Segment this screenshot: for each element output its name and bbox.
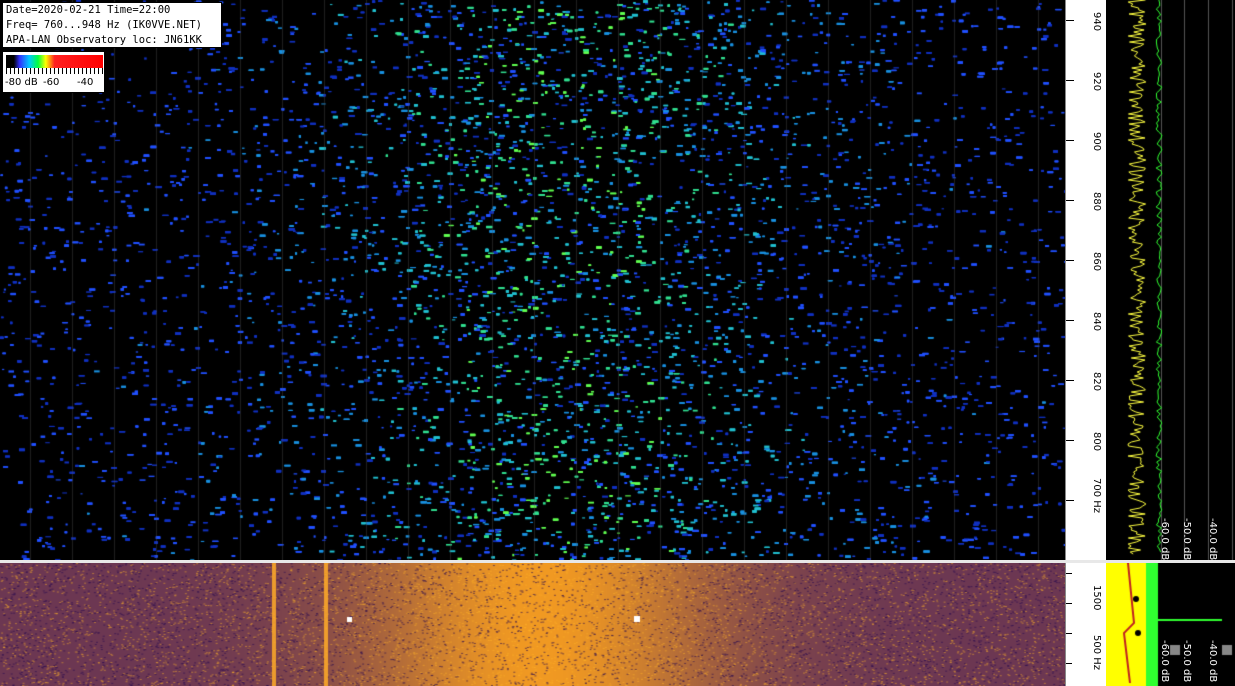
axis-tick — [1066, 440, 1074, 441]
axis-label-800: 800 — [1091, 432, 1102, 452]
top-spectrum-trace — [1106, 0, 1235, 560]
axis-tick — [1066, 260, 1074, 261]
axis-label-820: 820 — [1091, 372, 1102, 392]
axis-tick — [1066, 633, 1072, 634]
axis-tick — [1066, 140, 1074, 141]
wideband-waterfall — [0, 563, 1065, 686]
axis-tick — [1066, 380, 1074, 381]
main-waterfall — [0, 0, 1065, 560]
axis-label-860: 860 — [1091, 252, 1102, 272]
scale-label-60: -60 — [43, 77, 60, 88]
axis-label-900: 900 — [1091, 132, 1102, 152]
top-db-label-40: -40.0 dB — [1207, 518, 1218, 561]
axis-tick — [1066, 320, 1074, 321]
bottom-db-label-50: -50.0 dB — [1181, 640, 1192, 683]
axis-tick — [1066, 20, 1074, 21]
color-scale-ticks — [6, 68, 103, 74]
info-box: Date=2020-02-21 Time=22:00 Freq= 760...9… — [2, 2, 222, 48]
top-frequency-axis: 940 920 900 880 860 840 820 800 700 Hz — [1065, 0, 1107, 560]
axis-tick — [1066, 663, 1072, 664]
axis-label-1500: 1500 — [1091, 585, 1102, 611]
bottom-db-label-60: -60.0 dB — [1159, 640, 1170, 683]
bottom-db-label-40: -40.0 dB — [1207, 640, 1218, 683]
axis-tick — [1066, 500, 1074, 501]
axis-label-880: 880 — [1091, 192, 1102, 212]
top-db-label-50: -50.0 dB — [1181, 518, 1192, 561]
color-scale-legend: -80 dB -60 -40 — [2, 51, 105, 93]
color-scale-bar — [6, 55, 103, 68]
top-db-label-60: -60.0 dB — [1159, 518, 1170, 561]
axis-label-940: 940 — [1091, 12, 1102, 32]
axis-label-920: 920 — [1091, 72, 1102, 92]
axis-tick — [1066, 603, 1072, 604]
scale-label-80: -80 dB — [5, 77, 38, 88]
axis-label-500: 500 Hz — [1091, 635, 1102, 671]
axis-tick — [1066, 200, 1074, 201]
bottom-frequency-axis: 1500 500 Hz — [1065, 563, 1107, 686]
axis-tick — [1066, 573, 1072, 574]
axis-label-840: 840 — [1091, 312, 1102, 332]
info-line-observatory: APA-LAN Observatory loc: JN61KK — [6, 34, 202, 46]
info-line-freq: Freq= 760...948 Hz (IK0VVE.NET) — [6, 19, 202, 31]
info-line-date: Date=2020-02-21 Time=22:00 — [6, 4, 171, 16]
axis-tick — [1066, 80, 1074, 81]
scale-label-40: -40 — [77, 77, 94, 88]
axis-label-700: 700 Hz — [1091, 478, 1102, 514]
